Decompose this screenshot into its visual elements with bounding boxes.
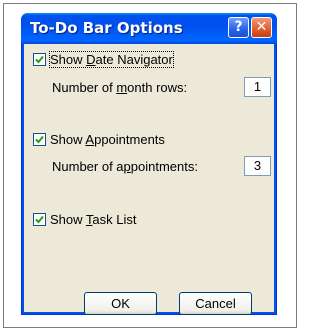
appointments-count-label: Number of appointments: [52, 159, 198, 174]
help-icon: ? [234, 19, 243, 35]
help-button[interactable]: ? [228, 17, 249, 38]
checkbox-box[interactable] [33, 53, 46, 66]
cancel-button[interactable]: Cancel [179, 292, 252, 315]
ok-button[interactable]: OK [84, 292, 157, 315]
checkmark-icon [35, 55, 44, 64]
show-date-navigator-checkbox[interactable]: Show Date Navigator [33, 51, 174, 68]
dialog-title: To-Do Bar Options [30, 19, 183, 37]
to-do-bar-options-dialog: To-Do Bar Options ? ✕ Show Date Navigato… [21, 13, 277, 315]
close-icon: ✕ [255, 19, 268, 35]
month-rows-label: Number of month rows: [52, 80, 188, 95]
checkbox-box[interactable] [33, 213, 46, 226]
checkmark-icon [35, 215, 44, 224]
show-date-navigator-label: Show Date Navigator [49, 51, 174, 68]
close-button[interactable]: ✕ [251, 17, 272, 38]
show-appointments-checkbox[interactable]: Show Appointments [33, 132, 165, 147]
show-appointments-label: Show Appointments [50, 132, 165, 147]
show-task-list-checkbox[interactable]: Show Task List [33, 212, 136, 227]
month-rows-input[interactable]: 1 [244, 77, 271, 97]
dialog-body: Show Date Navigator Number of month rows… [24, 44, 274, 315]
show-task-list-label: Show Task List [50, 212, 137, 227]
checkmark-icon [35, 135, 44, 144]
checkbox-box[interactable] [33, 133, 46, 146]
title-bar[interactable]: To-Do Bar Options ? ✕ [21, 13, 277, 44]
appointments-count-input[interactable]: 3 [244, 156, 271, 176]
